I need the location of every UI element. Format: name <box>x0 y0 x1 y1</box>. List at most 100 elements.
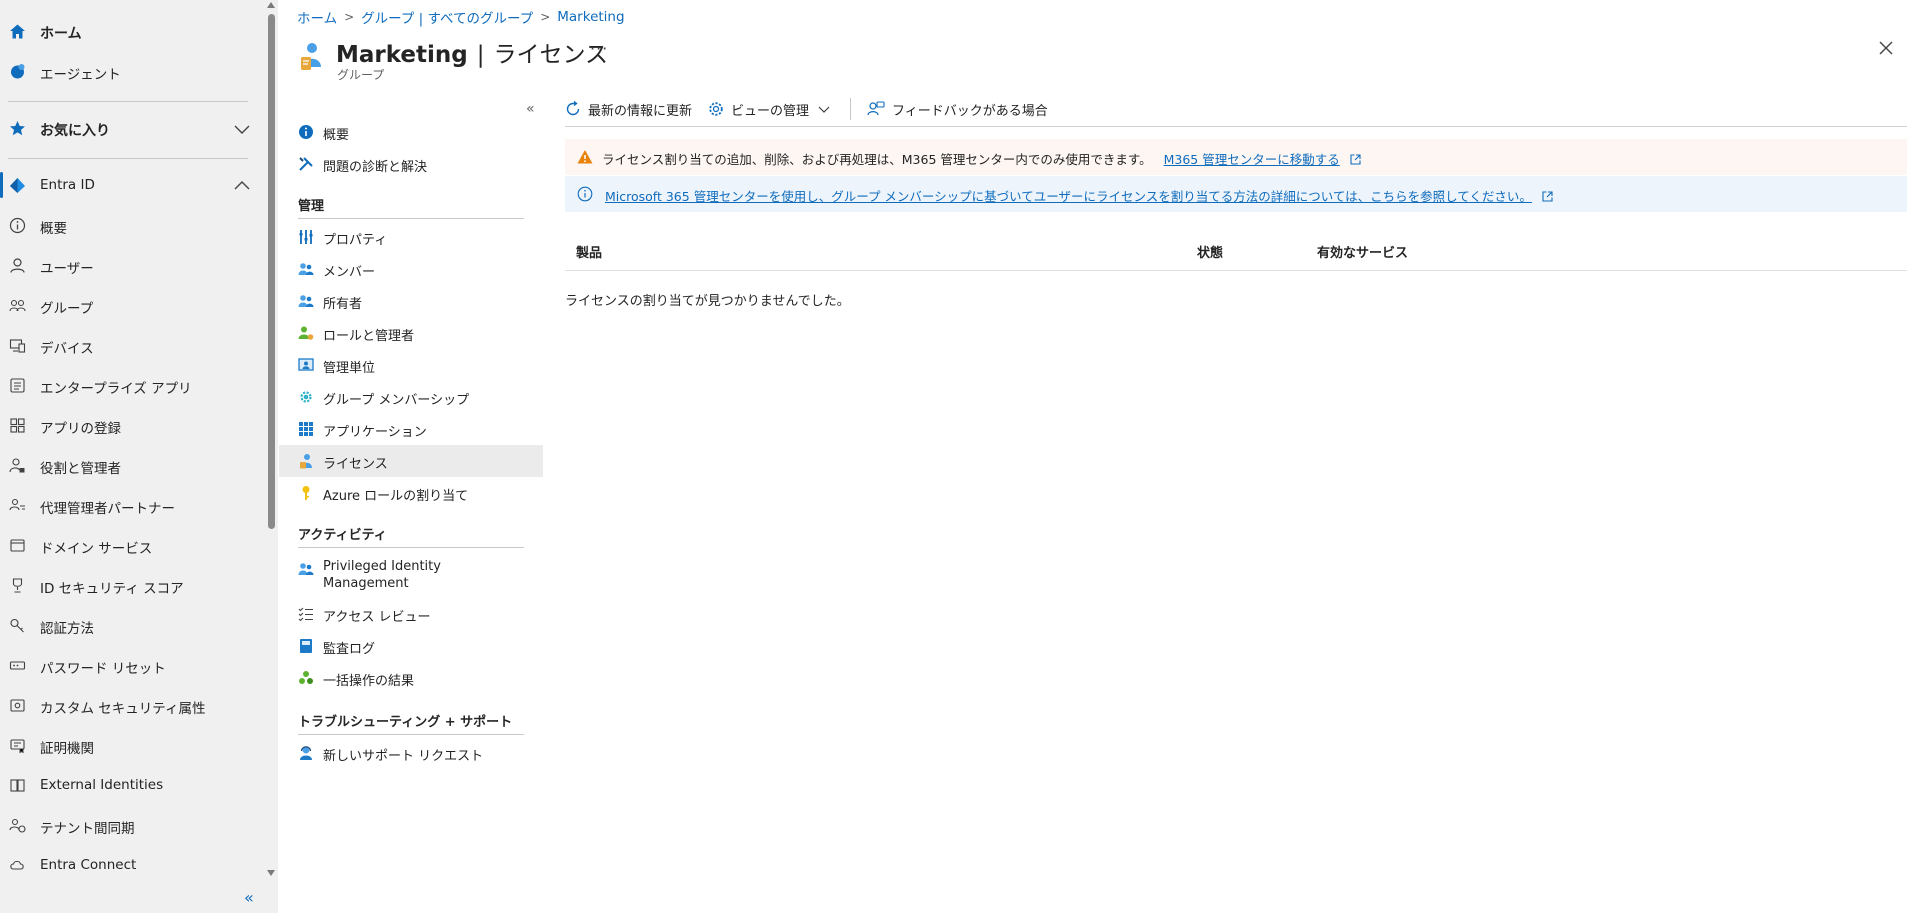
menu-item-pim[interactable]: Privileged Identity Management <box>279 553 543 597</box>
menu-item-admin-units[interactable]: 管理単位 <box>279 349 543 381</box>
nav-item-label: ユーザー <box>40 261 94 277</box>
info-banner: Microsoft 365 管理センターを使用し、グループ メンバーシップに基づ… <box>565 176 1907 212</box>
menu-item-owners[interactable]: 所有者 <box>279 285 543 317</box>
nav-home[interactable]: ホーム <box>0 16 258 46</box>
nav-favorites[interactable]: お気に入り <box>0 113 258 143</box>
group-name: Marketing <box>336 42 468 68</box>
bulk-people-icon <box>298 670 314 686</box>
scroll-up-icon[interactable] <box>267 2 275 8</box>
chevron-right-icon: > <box>344 10 355 24</box>
people-icon <box>9 297 26 314</box>
gear-icon <box>709 102 723 116</box>
warning-text: ライセンス割り当ての追加、削除、および再処理は、M365 管理センター内でのみ使… <box>602 152 1152 167</box>
close-icon[interactable] <box>1878 40 1894 56</box>
app-list-icon <box>9 377 26 394</box>
scroll-down-icon[interactable] <box>267 870 275 876</box>
m365-admin-center-link[interactable]: M365 管理センターに移動する <box>1164 152 1340 167</box>
agent-icon <box>9 63 26 80</box>
title-separator: | <box>476 42 485 68</box>
feedback-button[interactable]: フィードバックがある場合 <box>867 100 1048 119</box>
menu-item-members[interactable]: メンバー <box>279 253 543 285</box>
window-icon <box>9 537 26 554</box>
more-options-button[interactable]: ··· <box>590 39 608 58</box>
nav-enterprise-apps[interactable]: エンタープライズ アプリ <box>0 370 258 400</box>
nav-scrollbar[interactable] <box>264 0 278 913</box>
properties-icon <box>298 229 314 245</box>
license-help-link[interactable]: Microsoft 365 管理センターを使用し、グループ メンバーシップに基づ… <box>605 189 1532 204</box>
nav-groups[interactable]: グループ <box>0 290 258 320</box>
menu-item-licenses[interactable]: ライセンス <box>279 445 543 477</box>
people-icon <box>298 561 314 577</box>
menu-item-access-reviews[interactable]: アクセス レビュー <box>279 598 543 630</box>
nav-users[interactable]: ユーザー <box>0 250 258 280</box>
nav-auth-methods[interactable]: 認証方法 <box>0 610 258 640</box>
column-header-product[interactable]: 製品 <box>576 242 602 261</box>
person-lock-icon <box>9 457 26 474</box>
nav-cross-tenant-sync[interactable]: テナント間同期 <box>0 810 258 840</box>
scrollbar-thumb[interactable] <box>268 14 275 529</box>
menu-item-new-support-request[interactable]: 新しいサポート リクエスト <box>279 737 543 769</box>
nav-domain-services[interactable]: ドメイン サービス <box>0 530 258 560</box>
menu-item-bulk-operation-results[interactable]: 一括操作の結果 <box>279 662 543 694</box>
nav-certificate-authorities[interactable]: 証明機関 <box>0 730 258 760</box>
chevron-up-icon[interactable] <box>234 179 250 193</box>
menu-item-overview[interactable]: 概要 <box>279 116 543 148</box>
nav-delegated-partners[interactable]: 代理管理者パートナー <box>0 490 258 520</box>
nav-item-label: ドメイン サービス <box>40 541 153 557</box>
menu-item-diagnose[interactable]: 問題の診断と解決 <box>279 148 543 180</box>
menu-item-applications[interactable]: アプリケーション <box>279 413 543 445</box>
nav-roles-admins[interactable]: 役割と管理者 <box>0 450 258 480</box>
nav-item-label: 認証方法 <box>40 621 94 637</box>
nav-identity-secure-score[interactable]: ID セキュリティ スコア <box>0 570 258 600</box>
refresh-button[interactable]: 最新の情報に更新 <box>565 100 692 119</box>
nav-item-label: カスタム セキュリティ属性 <box>40 701 206 717</box>
nav-item-label: アプリの登録 <box>40 421 121 437</box>
people-sync-icon <box>9 817 26 834</box>
certificate-icon <box>9 737 26 754</box>
menu-item-label: メンバー <box>323 265 376 280</box>
key-icon <box>298 485 314 501</box>
nav-overview[interactable]: 概要 <box>0 210 258 240</box>
menu-item-label: アクセス レビュー <box>323 610 431 625</box>
manage-view-button[interactable]: ビューの管理 <box>708 100 830 119</box>
nav-entra-id[interactable]: Entra ID <box>0 170 258 200</box>
membership-gear-icon <box>298 389 314 405</box>
menu-item-group-memberships[interactable]: グループ メンバーシップ <box>279 381 543 413</box>
column-header-state[interactable]: 状態 <box>1197 242 1223 261</box>
collapse-nav-button[interactable]: « <box>244 888 254 907</box>
menu-item-azure-role-assignments[interactable]: Azure ロールの割り当て <box>279 477 543 509</box>
person-icon <box>9 257 26 274</box>
menu-item-audit-logs[interactable]: 監査ログ <box>279 630 543 662</box>
info-icon <box>577 186 593 202</box>
menu-item-label: アプリケーション <box>323 425 427 440</box>
nav-entra-label: Entra ID <box>40 177 95 193</box>
divider <box>565 126 1907 127</box>
menu-item-properties[interactable]: プロパティ <box>279 221 543 253</box>
licenses-grid-header: 製品 状態 有効なサービス <box>565 234 1907 271</box>
menu-item-label: 概要 <box>323 128 350 143</box>
nav-external-identities[interactable]: External Identities <box>0 770 258 800</box>
nav-entra-connect[interactable]: Entra Connect <box>0 850 258 880</box>
entra-icon <box>9 177 26 194</box>
external-identities-icon <box>9 777 26 794</box>
chevron-down-icon[interactable] <box>234 122 250 136</box>
home-icon <box>9 23 26 40</box>
collapse-menu-button[interactable]: « <box>526 101 535 117</box>
nav-custom-security-attributes[interactable]: カスタム セキュリティ属性 <box>0 690 258 720</box>
info-filled-icon <box>298 124 314 140</box>
key-icon <box>9 617 26 634</box>
breadcrumb-marketing[interactable]: Marketing <box>557 9 624 25</box>
nav-password-reset[interactable]: パスワード リセット <box>0 650 258 680</box>
nav-item-label: 概要 <box>40 221 67 237</box>
nav-app-registrations[interactable]: アプリの登録 <box>0 410 258 440</box>
menu-item-roles-admins[interactable]: ロールと管理者 <box>279 317 543 349</box>
menu-item-label: Privileged Identity Management <box>323 559 441 591</box>
nav-agent[interactable]: エージェント <box>0 56 258 86</box>
nav-devices[interactable]: デバイス <box>0 330 258 360</box>
breadcrumb-all-groups[interactable]: グループ | すべてのグループ <box>361 7 533 27</box>
column-header-enabled-services[interactable]: 有効なサービス <box>1317 242 1408 261</box>
refresh-label: 最新の情報に更新 <box>588 103 693 119</box>
nav-item-label: グループ <box>40 301 94 317</box>
breadcrumb-home[interactable]: ホーム <box>297 7 337 27</box>
menu-item-label: Azure ロールの割り当て <box>323 489 469 504</box>
